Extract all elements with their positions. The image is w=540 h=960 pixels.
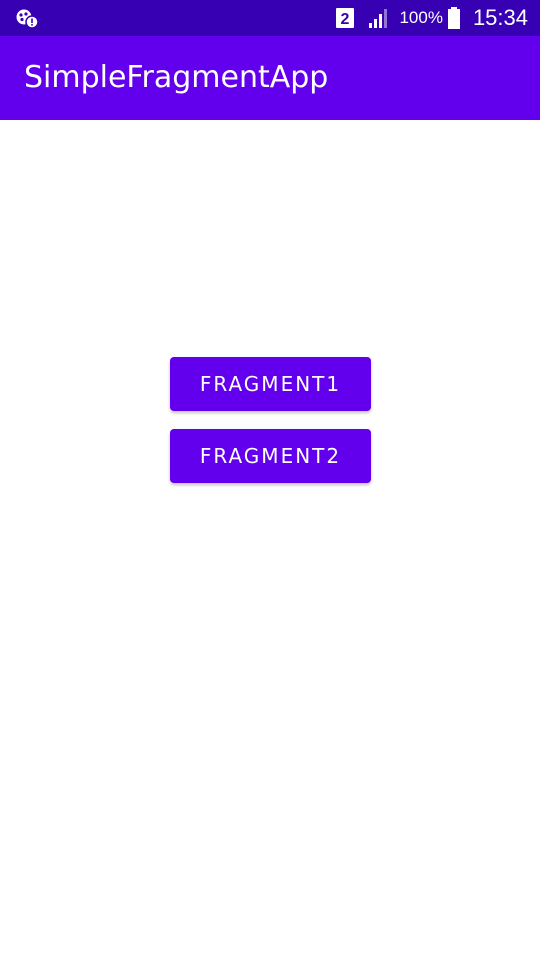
- fragment1-button[interactable]: FRAGMENT1: [170, 357, 371, 411]
- notification-alert-icon: [14, 6, 40, 30]
- fragment2-button[interactable]: FRAGMENT2: [170, 429, 371, 483]
- battery-percent: 100%: [399, 8, 443, 27]
- status-icons: 2 100% 15:34: [335, 0, 528, 36]
- app-title: SimpleFragmentApp: [24, 60, 329, 95]
- app-bar: SimpleFragmentApp: [0, 36, 540, 120]
- main-content: [0, 120, 540, 960]
- svg-text:2: 2: [341, 11, 350, 28]
- status-clock: 15:34: [472, 5, 528, 30]
- signal-icon: [367, 6, 391, 30]
- sim-2-icon: 2: [335, 7, 355, 29]
- battery-icon: [447, 6, 461, 30]
- status-bar: 2 100% 15:34: [0, 0, 540, 36]
